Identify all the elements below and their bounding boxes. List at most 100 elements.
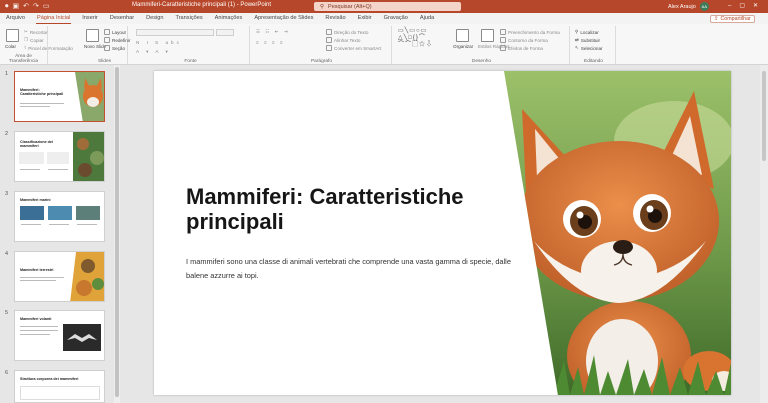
smartart-label: Converter em SmartArt bbox=[334, 45, 382, 51]
slide-canvas[interactable]: Mammiferi: Caratteristiche principali I … bbox=[154, 71, 731, 395]
shape-effects-button[interactable]: Efeitos de Forma bbox=[500, 45, 543, 51]
tab-4[interactable]: Design bbox=[140, 13, 169, 24]
font-format-buttons[interactable]: N I S abc bbox=[136, 40, 182, 45]
font-name-combo[interactable] bbox=[136, 29, 214, 36]
paint-bucket-icon bbox=[500, 29, 506, 35]
scissors-icon: ✂ bbox=[24, 29, 28, 34]
tab-7[interactable]: Apresentação de Slides bbox=[248, 13, 319, 24]
copy-button[interactable]: ❐ Copiar bbox=[24, 37, 44, 43]
thumbnails-scrollbar[interactable] bbox=[114, 65, 120, 403]
text-direction-button[interactable]: Direção do Texto bbox=[326, 29, 368, 35]
find-button[interactable]: ⚲ Localizar bbox=[575, 29, 599, 35]
thumb-number: 4 bbox=[5, 251, 9, 257]
quick-styles-icon[interactable] bbox=[481, 29, 494, 42]
user-account[interactable]: Alex Araujo AA bbox=[668, 2, 709, 11]
slide-thumbnail-3[interactable]: Mammiferi marini bbox=[14, 191, 105, 242]
tab-1[interactable]: Página Inicial bbox=[31, 13, 76, 24]
window-title: Mammiferi-Caratteristiche principali (1)… bbox=[132, 2, 272, 8]
arrange-icon[interactable] bbox=[456, 29, 469, 42]
shape-fill-button[interactable]: Preenchimento da Forma bbox=[500, 29, 560, 35]
text-direction-label: Direção do Texto bbox=[334, 29, 369, 35]
thumb-title: Mammiferi: Caratteristiche principali bbox=[20, 88, 64, 97]
text-direction-icon bbox=[326, 29, 332, 35]
title-bar: ⏺ ▣ ↶ ↷ ▭ Mammiferi-Caratteristiche prin… bbox=[0, 0, 768, 13]
slide-scrollbar[interactable] bbox=[760, 65, 768, 403]
minimize-icon[interactable]: – bbox=[728, 0, 731, 13]
reset-button[interactable]: Redefinir bbox=[104, 37, 130, 43]
bat-thumb-image bbox=[63, 324, 101, 351]
slide-thumbnail-6[interactable]: Struttura corporea dei mammiferi bbox=[14, 370, 105, 403]
slide-thumbnail-1[interactable]: Mammiferi: Caratteristiche principali bbox=[14, 71, 105, 122]
share-button[interactable]: ⇪ Compartilhar bbox=[710, 15, 755, 23]
maximize-icon[interactable]: ▢ bbox=[739, 0, 745, 13]
autosave-icon[interactable]: ⏺ bbox=[5, 3, 9, 10]
slide-thumbnail-4[interactable]: Mammiferi terrestri bbox=[14, 251, 105, 302]
list-buttons[interactable]: ☰ ☷ ⇤ ⇥ bbox=[256, 29, 290, 35]
format-painter-button[interactable]: ⌇ Pincel de Formatação bbox=[24, 45, 73, 51]
paste-button[interactable]: Colar bbox=[5, 44, 16, 49]
font-group-label: Fonte bbox=[184, 59, 197, 64]
tab-5[interactable]: Transições bbox=[169, 13, 208, 24]
shape-fill-label: Preenchimento da Forma bbox=[508, 29, 560, 35]
thumb-text-line bbox=[20, 277, 64, 278]
arrange-button[interactable]: Organizar bbox=[453, 44, 473, 49]
thumb-image bbox=[76, 206, 100, 220]
slide-thumbnails-pane: 1 Mammiferi: Caratteristiche principali … bbox=[0, 65, 124, 403]
thumb-text-line bbox=[20, 334, 50, 335]
redo-icon[interactable]: ↷ bbox=[33, 3, 39, 10]
thumb-text-line bbox=[20, 103, 64, 104]
tab-0[interactable]: Arquivo bbox=[0, 13, 31, 24]
search-input[interactable]: ⚲ Pesquisar (Alt+Q) bbox=[314, 2, 461, 11]
smartart-button[interactable]: Converter em SmartArt bbox=[326, 45, 381, 51]
tab-6[interactable]: Animações bbox=[209, 13, 249, 24]
tab-2[interactable]: Inserir bbox=[76, 13, 104, 24]
new-slide-button[interactable]: Novo Slide bbox=[84, 44, 106, 49]
layout-icon bbox=[104, 29, 110, 35]
replace-icon: ⇄ bbox=[575, 37, 579, 42]
tab-8[interactable]: Revisão bbox=[319, 13, 351, 24]
thumb-title: Mammiferi marini bbox=[20, 198, 51, 202]
tab-10[interactable]: Gravação bbox=[378, 13, 414, 24]
font-color-buttons[interactable]: A ▾ A ▾ bbox=[136, 49, 171, 55]
section-button[interactable]: Seção bbox=[104, 45, 125, 51]
scrollbar-thumb[interactable] bbox=[762, 71, 766, 161]
cut-button[interactable]: ✂ Recortar bbox=[24, 29, 47, 35]
thumb-text-line bbox=[21, 224, 41, 225]
font-size-combo[interactable] bbox=[216, 29, 234, 36]
select-button[interactable]: ↖ Selecionar bbox=[575, 45, 603, 51]
share-label: Compartilhar bbox=[720, 16, 751, 22]
scrollbar-thumb[interactable] bbox=[115, 67, 119, 397]
align-text-icon bbox=[326, 37, 332, 43]
slide-thumbnail-5[interactable]: Mammiferi volanti bbox=[14, 310, 105, 361]
ribbon: Colar ✂ Recortar ❐ Copiar ⌇ Pincel de Forma… bbox=[0, 24, 768, 65]
animals-thumb-image bbox=[73, 132, 104, 181]
shapes-gallery[interactable]: ▭╲▭○▭ △╲□{}⌒ ⌒⌒▢☆⇩ bbox=[398, 28, 433, 49]
undo-icon[interactable]: ↶ bbox=[23, 3, 29, 10]
tab-3[interactable]: Desenhar bbox=[104, 13, 140, 24]
thumb-text-line bbox=[20, 106, 50, 107]
slide-title[interactable]: Mammiferi: Caratteristiche principali bbox=[186, 184, 516, 234]
thumb-text-line bbox=[20, 330, 58, 331]
layout-button[interactable]: Layout bbox=[104, 29, 126, 35]
shape-outline-button[interactable]: Contorno da Forma bbox=[500, 37, 548, 43]
tab-11[interactable]: Ajuda bbox=[414, 13, 440, 24]
align-buttons[interactable]: ≡ ≡ ≡ ≡ bbox=[256, 40, 285, 45]
replace-button[interactable]: ⇄ Substituir bbox=[575, 37, 600, 43]
slide-thumbnail-2[interactable]: Classificazione dei mammiferi bbox=[14, 131, 105, 182]
avatar: AA bbox=[699, 2, 709, 11]
align-text-button[interactable]: Alinhar Texto bbox=[326, 37, 360, 43]
new-slide-icon[interactable] bbox=[86, 29, 99, 42]
smartart-icon bbox=[326, 45, 332, 51]
thumb-title: Classificazione dei mammiferi bbox=[20, 140, 53, 149]
slide-body-text[interactable]: I mammiferi sono una classe di animali v… bbox=[186, 255, 516, 283]
paragraph-group-label: Parágrafo bbox=[310, 59, 333, 64]
thumb-image bbox=[20, 206, 44, 220]
user-name: Alex Araujo bbox=[668, 3, 696, 10]
copy-label: Copiar bbox=[30, 37, 44, 43]
paragraph-group: ☰ ☷ ⇤ ⇥ ≡ ≡ ≡ ≡ Direção do Texto Alinhar… bbox=[252, 26, 392, 64]
present-icon[interactable]: ▭ bbox=[43, 3, 50, 10]
close-icon[interactable]: ✕ bbox=[753, 0, 758, 13]
tab-9[interactable]: Exibir bbox=[352, 13, 378, 24]
paste-icon[interactable] bbox=[6, 29, 19, 42]
save-icon[interactable]: ▣ bbox=[13, 3, 20, 10]
